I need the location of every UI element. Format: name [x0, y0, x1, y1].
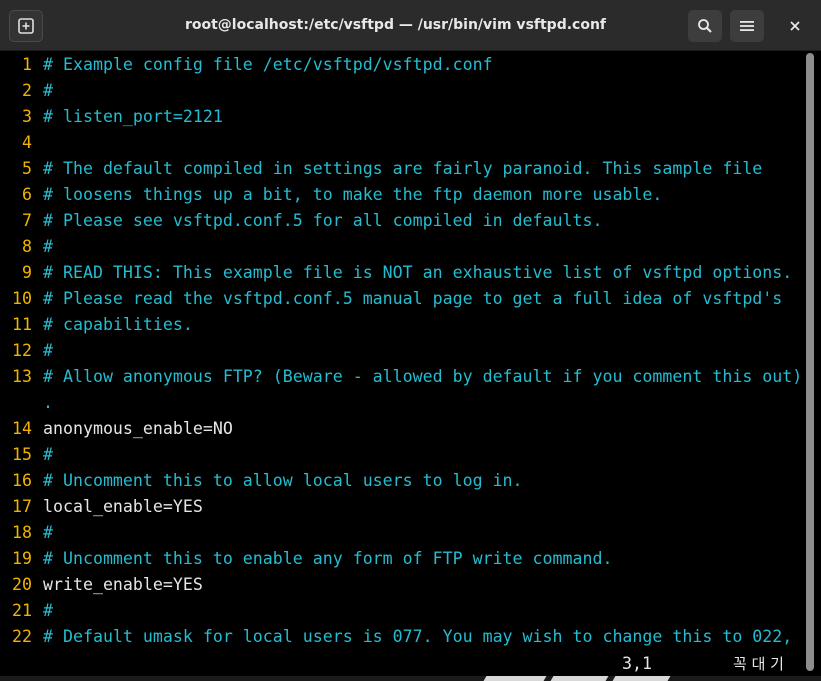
close-icon: [790, 21, 800, 31]
line-number: 19: [12, 549, 32, 568]
config-comment: #: [43, 81, 53, 100]
scrollbar[interactable]: [804, 53, 814, 673]
line-number: 22: [12, 627, 32, 646]
hamburger-menu-icon: [740, 21, 754, 31]
taskbar-strip: [0, 676, 821, 681]
editor-line[interactable]: 16 # Uncomment this to allow local users …: [0, 468, 523, 494]
editor-line[interactable]: 7 # Please see vsftpd.conf.5 for all comp…: [0, 208, 602, 234]
config-comment: # Example config file /etc/vsftpd/vsftpd…: [43, 55, 493, 74]
config-comment: # Uncomment this to allow local users to…: [43, 471, 523, 490]
editor-line[interactable]: 5 # The default compiled in settings are …: [0, 156, 762, 182]
editor-line[interactable]: 17 local_enable=YES: [0, 494, 203, 520]
editor-line[interactable]: 8 #: [0, 234, 53, 260]
terminal-window: root@localhost:/etc/vsftpd — /usr/bin/vi…: [0, 0, 821, 681]
line-number: 15: [12, 445, 32, 464]
editor-line[interactable]: 15 #: [0, 442, 53, 468]
editor-buffer[interactable]: 1 # Example config file /etc/vsftpd/vsftp…: [0, 52, 802, 650]
line-number: 6: [22, 185, 32, 204]
config-comment: #: [43, 601, 53, 620]
line-number: 9: [22, 263, 32, 282]
editor-line[interactable]: 2 #: [0, 78, 53, 104]
editor-line[interactable]: 6 # loosens things up a bit, to make the …: [0, 182, 662, 208]
taskbar-segment: [483, 676, 547, 681]
line-number: 3: [22, 107, 32, 126]
config-comment: # listen_port=2121: [43, 107, 223, 126]
line-number: 2: [22, 81, 32, 100]
editor-line[interactable]: 18 #: [0, 520, 53, 546]
editor-line[interactable]: 10 # Please read the vsftpd.conf.5 manual…: [0, 286, 782, 312]
config-comment: # Please read the vsftpd.conf.5 manual p…: [43, 289, 783, 308]
config-comment: # The default compiled in settings are f…: [43, 159, 763, 178]
config-directive: write_enable=YES: [43, 575, 203, 594]
config-directive: anonymous_enable=NO: [43, 419, 233, 438]
editor-line[interactable]: 21 #: [0, 598, 53, 624]
line-number: 11: [12, 315, 32, 334]
config-comment: # capabilities.: [43, 315, 193, 334]
config-comment: # Please see vsftpd.conf.5 for all compi…: [43, 211, 603, 230]
editor-line[interactable]: 9 # READ THIS: This example file is NOT a…: [0, 260, 792, 286]
line-number: 21: [12, 601, 32, 620]
scrollbar-thumb[interactable]: [806, 53, 814, 671]
line-number: 7: [22, 211, 32, 230]
editor-line[interactable]: 4: [0, 130, 32, 156]
window-title: root@localhost:/etc/vsftpd — /usr/bin/vi…: [184, 17, 607, 33]
editor-line[interactable]: 13 # Allow anonymous FTP? (Beware - allow…: [0, 364, 802, 390]
config-comment: # READ THIS: This example file is NOT an…: [43, 263, 793, 282]
line-number: 13: [12, 367, 32, 386]
editor-line[interactable]: 14 anonymous_enable=NO: [0, 416, 233, 442]
new-tab-icon: [18, 18, 34, 34]
input-method-indicator: 꼭 대 기: [733, 655, 784, 673]
config-comment: # loosens things up a bit, to make the f…: [43, 185, 663, 204]
config-comment: # Default umask for local users is 077. …: [43, 627, 793, 646]
line-number: 20: [12, 575, 32, 594]
editor-line[interactable]: 12 #: [0, 338, 53, 364]
editor-line[interactable]: 1 # Example config file /etc/vsftpd/vsftp…: [0, 52, 493, 78]
line-number: 1: [22, 55, 32, 74]
taskbar-segment: [612, 676, 671, 681]
config-comment: #: [43, 341, 53, 360]
config-comment: .: [43, 393, 53, 412]
config-comment: # Allow anonymous FTP? (Beware - allowed…: [43, 367, 803, 386]
editor-line[interactable]: 11 # capabilities.: [0, 312, 193, 338]
line-number: 12: [12, 341, 32, 360]
editor-line[interactable]: 3 # listen_port=2121: [0, 104, 223, 130]
line-number: 14: [12, 419, 32, 438]
search-button[interactable]: [688, 10, 722, 42]
editor-line[interactable]: 20 write_enable=YES: [0, 572, 203, 598]
menu-button[interactable]: [730, 10, 764, 42]
cursor-position: 3,1: [622, 654, 652, 673]
line-number: 5: [22, 159, 32, 178]
line-number: 10: [12, 289, 32, 308]
line-number: 18: [12, 523, 32, 542]
terminal-area[interactable]: 1 # Example config file /etc/vsftpd/vsftp…: [0, 51, 821, 681]
taskbar-segment: [550, 676, 609, 681]
line-number: 17: [12, 497, 32, 516]
close-button[interactable]: [778, 10, 812, 42]
config-comment: #: [43, 237, 53, 256]
search-icon: [698, 19, 712, 33]
new-tab-button[interactable]: [9, 10, 43, 42]
config-comment: #: [43, 445, 53, 464]
config-comment: # Uncomment this to enable any form of F…: [43, 549, 613, 568]
line-number: 4: [22, 133, 32, 152]
line-number: 8: [22, 237, 32, 256]
title-bar: root@localhost:/etc/vsftpd — /usr/bin/vi…: [0, 0, 821, 51]
editor-line[interactable]: .: [0, 390, 53, 416]
editor-line[interactable]: 19 # Uncomment this to enable any form of…: [0, 546, 612, 572]
config-directive: local_enable=YES: [43, 497, 203, 516]
line-number: 16: [12, 471, 32, 490]
config-comment: #: [43, 523, 53, 542]
editor-line[interactable]: 22 # Default umask for local users is 077…: [0, 624, 792, 650]
